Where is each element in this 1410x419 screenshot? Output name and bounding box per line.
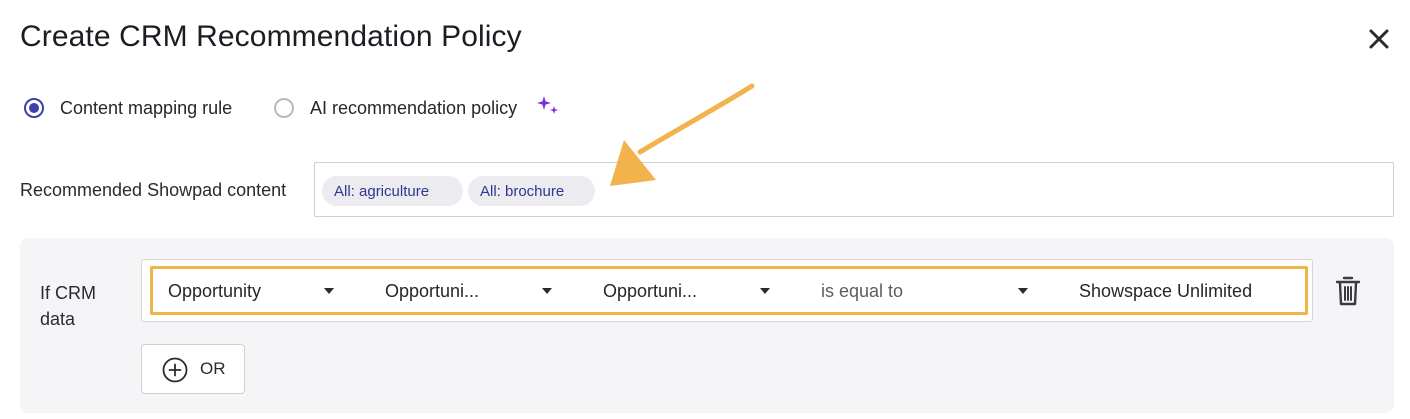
dialog-title: Create CRM Recommendation Policy <box>20 20 522 53</box>
subfield-select[interactable]: Opportuni... <box>603 278 697 304</box>
if-crm-data-label: If CRM data <box>40 283 96 329</box>
chevron-down-icon[interactable] <box>760 288 770 294</box>
field-select[interactable]: Opportuni... <box>385 278 479 304</box>
recommended-content-label: Recommended Showpad content <box>20 180 287 200</box>
radio-label: Content mapping rule <box>60 97 233 118</box>
value-input[interactable]: Showspace Unlimited <box>1079 278 1252 304</box>
radio-selected-icon[interactable] <box>24 98 44 118</box>
recommended-content-input[interactable]: All: agriculture All: brochure <box>314 162 1394 217</box>
trash-icon[interactable] <box>1334 275 1362 307</box>
chevron-down-icon[interactable] <box>542 288 552 294</box>
chevron-down-icon[interactable] <box>324 288 334 294</box>
close-icon[interactable] <box>1364 24 1394 54</box>
object-select[interactable]: Opportunity <box>168 278 261 304</box>
plus-circle-icon <box>162 357 188 383</box>
sparkle-icon <box>537 96 558 114</box>
content-chip[interactable]: All: agriculture <box>322 176 463 206</box>
radio-unselected-icon[interactable] <box>274 98 294 118</box>
add-or-condition-button[interactable]: OR <box>141 344 245 394</box>
radio-ai-recommendation-policy[interactable]: AI recommendation policy <box>274 94 517 122</box>
content-chip[interactable]: All: brochure <box>468 176 595 206</box>
chevron-down-icon[interactable] <box>1018 288 1028 294</box>
operator-select[interactable]: is equal to <box>821 278 903 304</box>
radio-label: AI recommendation policy <box>310 97 518 118</box>
or-button-label: OR <box>200 359 226 378</box>
radio-content-mapping-rule[interactable]: Content mapping rule <box>24 94 232 122</box>
